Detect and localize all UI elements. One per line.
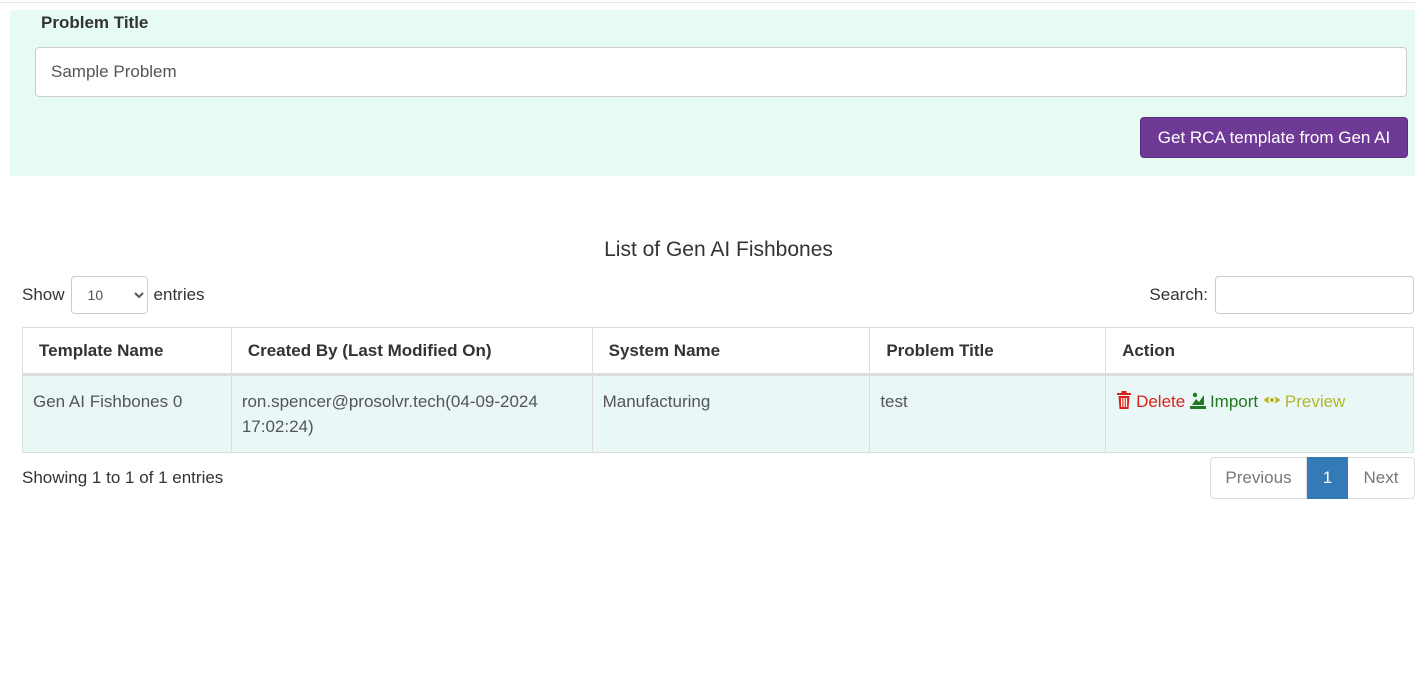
column-header-template-name[interactable]: Template Name xyxy=(22,327,232,376)
page-length-control: Show 10 25 50 100 entries xyxy=(22,276,205,314)
get-rca-template-button[interactable]: Get RCA template from Gen AI xyxy=(1140,117,1408,158)
problem-panel: Problem Title Get RCA template from Gen … xyxy=(10,10,1415,176)
import-label: Import xyxy=(1209,392,1259,411)
column-header-problem-title[interactable]: Problem Title xyxy=(869,327,1107,376)
table-header-row: Template Name Created By (Last Modified … xyxy=(22,327,1414,376)
page-1-button[interactable]: 1 xyxy=(1307,457,1348,499)
column-header-action: Action xyxy=(1105,327,1414,376)
table-info: Showing 1 to 1 of 1 entries xyxy=(22,468,224,487)
problem-title-label: Problem Title xyxy=(41,13,149,32)
cell-system-name: Manufacturing xyxy=(591,374,871,453)
problem-title-input[interactable] xyxy=(35,47,1407,97)
import-link[interactable]: Import xyxy=(1189,392,1259,411)
pagination: Previous 1 Next xyxy=(1210,457,1415,499)
show-label: Show xyxy=(22,285,65,304)
fishbones-table: Template Name Created By (Last Modified … xyxy=(22,327,1414,453)
previous-page-button[interactable]: Previous xyxy=(1210,457,1307,499)
top-divider xyxy=(0,2,1415,3)
next-page-button[interactable]: Next xyxy=(1348,457,1415,499)
delete-link[interactable]: Delete xyxy=(1116,391,1186,411)
column-header-system-name[interactable]: System Name xyxy=(591,327,871,376)
list-title: List of Gen AI Fishbones xyxy=(604,238,833,261)
entries-label: entries xyxy=(153,285,205,304)
preview-label: Preview xyxy=(1284,392,1346,411)
delete-label: Delete xyxy=(1136,392,1186,411)
search-control: Search: xyxy=(1149,276,1414,314)
column-header-created-by[interactable]: Created By (Last Modified On) xyxy=(230,327,593,376)
cell-template-name: Gen AI Fishbones 0 xyxy=(22,374,232,453)
page-length-select[interactable]: 10 25 50 100 xyxy=(70,276,148,314)
preview-link[interactable]: Preview xyxy=(1263,392,1345,411)
search-label: Search: xyxy=(1149,285,1208,304)
cell-actions: Delete Import Preview xyxy=(1105,374,1414,453)
cell-problem-title: test xyxy=(869,374,1107,453)
eye-icon xyxy=(1263,396,1280,404)
search-input[interactable] xyxy=(1215,276,1414,314)
cell-created-by: ron.spencer@prosolvr.tech(04-09-2024 17:… xyxy=(230,374,593,453)
trash-icon xyxy=(1117,391,1132,409)
import-icon xyxy=(1189,392,1206,409)
table-row: Gen AI Fishbones 0 ron.spencer@prosolvr.… xyxy=(22,374,1414,453)
